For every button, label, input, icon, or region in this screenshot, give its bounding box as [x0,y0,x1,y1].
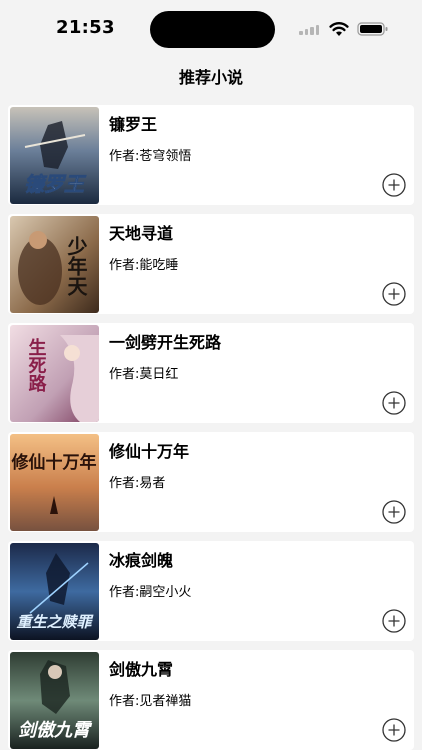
book-cover: 重生之赎罪 [10,543,99,640]
wifi-icon [329,21,349,37]
list-item[interactable]: 修仙十万年 修仙十万年 作者:易者 [8,432,414,532]
add-circle-icon[interactable] [382,173,406,197]
book-author: 作者:嗣空小火 [109,585,192,600]
list-item[interactable]: 镰罗王 镰罗王 作者:苍穹领悟 [8,105,414,205]
book-cover: 生死路 [10,325,99,422]
book-title: 一剑劈开生死路 [109,333,222,352]
status-time: 21:53 [56,17,115,38]
book-title: 冰痕剑魄 [109,551,174,570]
book-title: 天地寻道 [109,224,174,243]
list-item[interactable]: 剑傲九霄 剑傲九霄 作者:见者禅猫 [8,650,414,750]
add-circle-icon[interactable] [382,500,406,524]
add-circle-icon[interactable] [382,282,406,306]
svg-text:少年天: 少年天 [64,236,88,297]
book-author: 作者:莫日红 [109,367,179,382]
book-title: 镰罗王 [109,115,158,134]
list-item[interactable]: 少年天 天地寻道 作者:能吃睡 [8,214,414,314]
add-circle-icon[interactable] [382,718,406,742]
svg-text:重生之赎罪: 重生之赎罪 [16,613,94,631]
svg-text:生死路: 生死路 [26,337,47,393]
list-item[interactable]: 重生之赎罪 冰痕剑魄 作者:嗣空小火 [8,541,414,641]
book-title: 修仙十万年 [109,442,190,461]
book-cover: 镰罗王 [10,107,99,204]
svg-text:剑傲九霄: 剑傲九霄 [18,720,93,741]
book-author: 作者:易者 [109,476,166,491]
book-author: 作者:见者禅猫 [109,694,192,709]
book-cover: 修仙十万年 [10,434,99,531]
page-title: 推荐小说 [178,68,243,87]
book-author: 作者:苍穹领悟 [109,149,192,164]
status-bar: 21:53 [0,0,422,56]
add-circle-icon[interactable] [382,609,406,633]
dynamic-island [150,11,275,48]
book-cover: 少年天 [10,216,99,313]
add-circle-icon[interactable] [382,391,406,415]
svg-text:镰罗王: 镰罗王 [24,172,87,196]
cellular-signal-icon [299,25,321,35]
book-title: 剑傲九霄 [109,660,174,679]
book-cover: 剑傲九霄 [10,652,99,749]
svg-text:修仙十万年: 修仙十万年 [11,452,97,473]
battery-icon [357,21,389,37]
list-item[interactable]: 生死路 一剑劈开生死路 作者:莫日红 [8,323,414,423]
book-author: 作者:能吃睡 [109,258,179,273]
